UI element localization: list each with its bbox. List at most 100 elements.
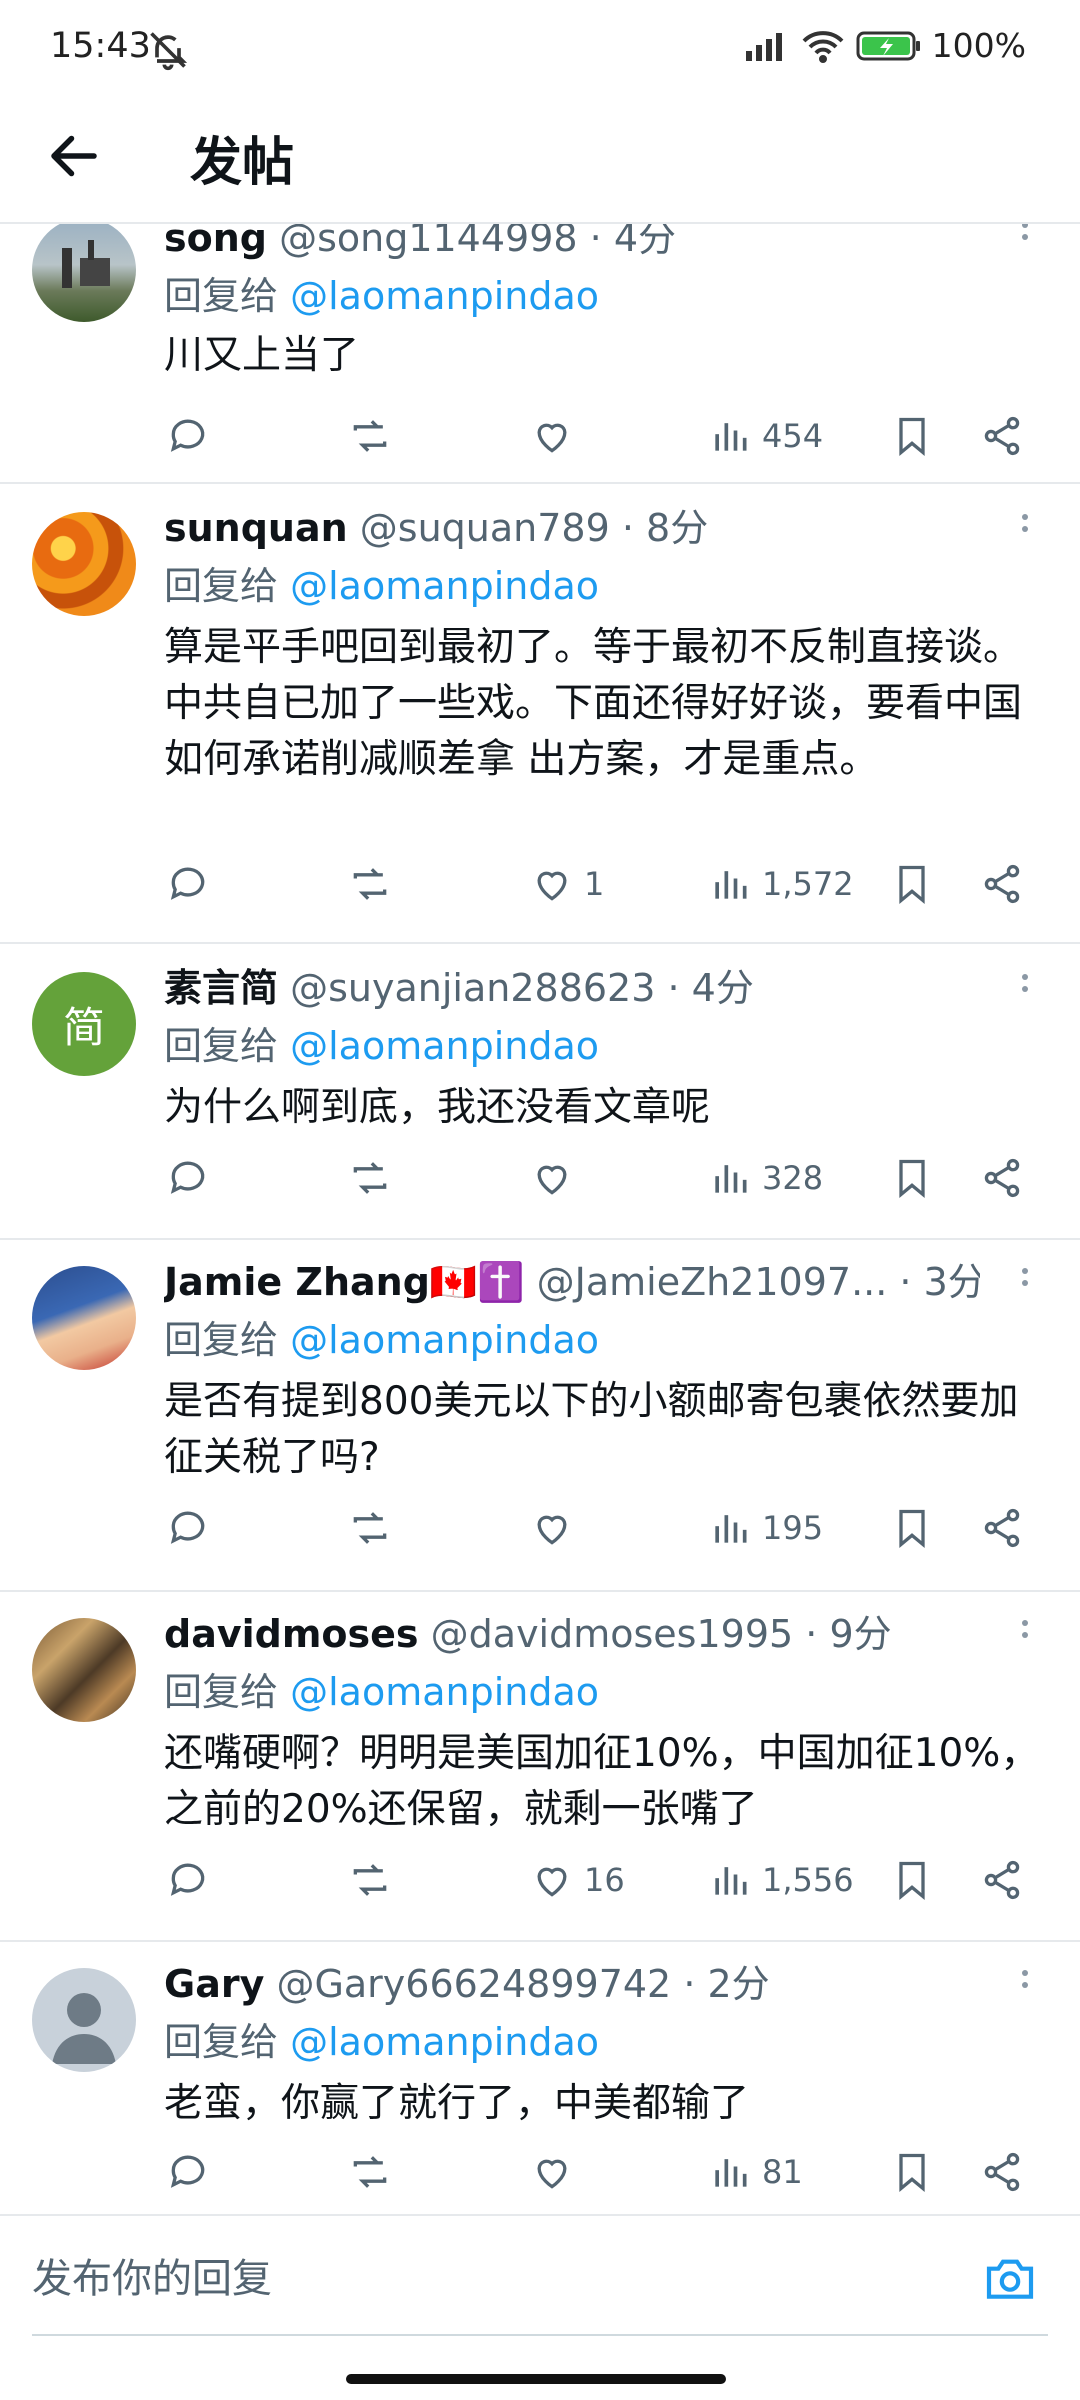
heart-icon [537,1515,567,1545]
reply-button[interactable] [166,2142,210,2202]
reply-button[interactable] [166,1498,210,1558]
views-button[interactable]: 195 [708,1498,823,1558]
reply-tweet[interactable]: sunquan @suquan789 · 8分 回复给 @laomanpinda… [0,484,1080,944]
tweet-text: 还嘴硬啊？明明是美国加征10%，中国加征10%，之前的20%还保留，就剩一张嘴了 [164,1731,1040,1832]
reply-to-label: 回复给 [164,274,279,318]
avatar[interactable]: 简 [32,972,136,1076]
repost-icon [353,868,387,900]
avatar-initial: 简 [62,1002,105,1052]
avatar[interactable] [32,1618,136,1722]
bookmark-button[interactable] [890,1148,934,1208]
user-handle: @Gary66624899742 [276,1962,672,2006]
like-button[interactable]: 1 [530,854,604,914]
bookmark-button[interactable] [890,1850,934,1910]
home-indicator[interactable] [346,2374,726,2384]
share-icon [984,416,1020,456]
views-button[interactable]: 81 [708,2142,803,2202]
views-button[interactable]: 454 [708,406,823,466]
display-name[interactable]: 素言简 [164,966,278,1010]
tweet-actions: 195 [0,1498,1080,1558]
reply-button[interactable] [166,1148,210,1208]
repost-icon [353,1864,387,1896]
repost-button[interactable] [348,854,392,914]
post-time: · 4分 [589,224,677,260]
repost-button[interactable] [348,1148,392,1208]
repost-icon [353,2156,387,2188]
share-button[interactable] [980,1148,1024,1208]
display-name[interactable]: sunquan [164,506,348,550]
user-handle: @davidmoses1995 [430,1612,794,1656]
reply-tweet[interactable]: davidmoses @davidmoses1995 · 9分 回复给 @lao… [0,1592,1080,1942]
reply-input[interactable]: 发布你的回复 [32,2246,272,2304]
repost-button[interactable] [348,2142,392,2202]
camera-icon[interactable] [982,2250,1038,2306]
post-time: · 3分 [899,1260,980,1304]
tweet-text: 算是平手吧回到最初了。等于最初不反制直接谈。中共自已加了一些戏。下面还得好好谈，… [164,625,1023,782]
more-options-icon[interactable] [1010,508,1040,548]
reply-to-mention[interactable]: @laomanpindao [290,1024,599,1068]
display-name[interactable]: Jamie Zhang🇨🇦✝️ [164,1260,525,1304]
reply-to-mention[interactable]: @laomanpindao [290,564,599,608]
user-handle: @suquan789 [359,506,610,550]
reply-to-mention[interactable]: @laomanpindao [290,1670,599,1714]
display-name[interactable]: davidmoses [164,1612,419,1656]
more-options-icon[interactable] [1010,1262,1040,1302]
more-options-icon[interactable] [1010,1964,1040,2004]
avatar[interactable] [32,224,136,322]
reply-tweet[interactable]: Jamie Zhang🇨🇦✝️ @JamieZh21097... · 3分 回复… [0,1240,1080,1592]
share-button[interactable] [980,854,1024,914]
reply-to-mention[interactable]: @laomanpindao [290,2020,599,2064]
views-chart-icon [715,2159,747,2187]
bookmark-button[interactable] [890,2142,934,2202]
heart-icon [537,423,567,453]
repost-button[interactable] [348,406,392,466]
views-button[interactable]: 328 [708,1148,823,1208]
post-time: · 9分 [805,1612,892,1656]
repost-button[interactable] [348,1498,392,1558]
display-name[interactable]: song [164,224,267,260]
tweet-actions: 16 1,556 [0,1850,1080,1910]
more-options-icon[interactable] [1010,968,1040,1008]
reply-tweet[interactable]: Gary @Gary66624899742 · 2分 回复给 @laomanpi… [0,1942,1080,2216]
display-name[interactable]: Gary [164,1962,264,2006]
page-title: 发帖 [190,133,295,193]
views-button[interactable]: 1,556 [708,1850,854,1910]
like-count: 1 [584,865,605,903]
reply-tweet[interactable]: 简 素言简 @suyanjian288623 · 4分 回复给 @laomanp… [0,944,1080,1240]
views-chart-icon [715,1165,747,1193]
tweet-actions: 454 [0,406,1080,466]
avatar[interactable] [32,1968,136,2072]
repost-icon [353,1162,387,1194]
repost-button[interactable] [348,1850,392,1910]
bookmark-button[interactable] [890,854,934,914]
like-button[interactable] [530,2142,584,2202]
more-options-icon[interactable] [1010,1614,1040,1654]
like-button[interactable]: 16 [530,1850,625,1910]
avatar[interactable] [32,1266,136,1370]
reply-button[interactable] [166,1850,210,1910]
bookmark-button[interactable] [890,406,934,466]
like-button[interactable] [530,406,584,466]
share-button[interactable] [980,2142,1024,2202]
like-button[interactable] [530,1148,584,1208]
reply-to-mention[interactable]: @laomanpindao [290,1318,599,1362]
more-options-icon[interactable] [1010,224,1040,256]
reply-button[interactable] [166,406,210,466]
reply-tweet[interactable]: song @song1144998 · 4分 回复给 @laomanpindao… [0,224,1080,484]
signal-icon [745,32,782,61]
like-button[interactable] [530,1498,584,1558]
back-arrow-icon[interactable] [44,126,104,186]
share-button[interactable] [980,1498,1024,1558]
reply-feed[interactable]: song @song1144998 · 4分 回复给 @laomanpindao… [0,224,1080,2216]
share-icon [984,1860,1020,1900]
share-button[interactable] [980,406,1024,466]
reply-icon [170,1161,205,1194]
repost-icon [353,420,387,452]
bookmark-button[interactable] [890,1498,934,1558]
views-chart-icon [715,871,747,899]
reply-to-mention[interactable]: @laomanpindao [290,274,599,318]
reply-button[interactable] [166,854,210,914]
avatar[interactable] [32,512,136,616]
views-button[interactable]: 1,572 [708,854,854,914]
share-button[interactable] [980,1850,1024,1910]
